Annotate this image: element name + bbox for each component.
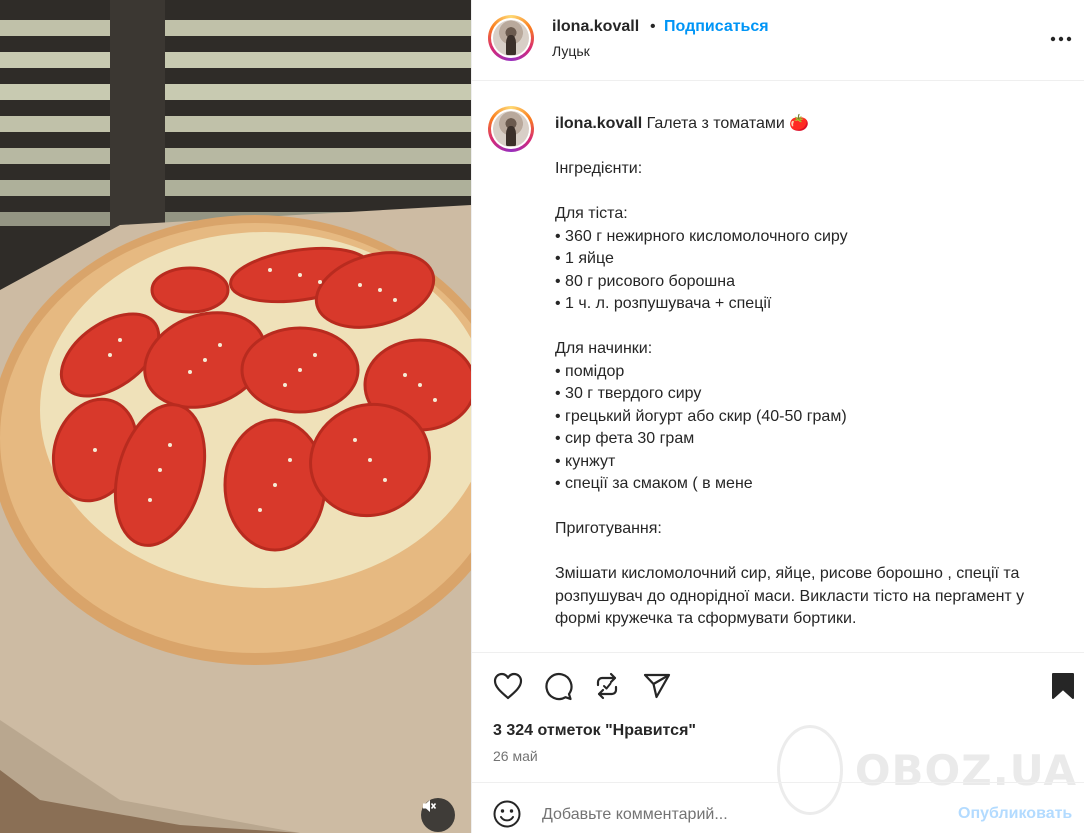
save-button[interactable]: [1047, 670, 1079, 702]
repost-button[interactable]: [591, 670, 623, 702]
caption-body: Інгредієнти: Для тіста: • 360 г нежирного …: [555, 158, 1080, 631]
caption-text: ilona.kovall Галета з томатами 🍅 Інгреді…: [555, 113, 1080, 631]
caption-line: • 1 ч. л. розпушувача + спеції: [555, 295, 772, 312]
caption-line: Змішати кисломолочний сир, яйце, рисове …: [555, 565, 1020, 582]
caption-title: Галета з томатами: [646, 115, 785, 132]
caption-line: • спеції за смаком ( в мене: [555, 475, 753, 492]
heart-icon: [493, 672, 523, 700]
separator-dot: •: [650, 18, 656, 35]
author-username[interactable]: ilona.kovall: [552, 18, 639, 36]
caption-line: • 360 г нежирного кисломолочного сиру: [555, 227, 848, 245]
post-header: ilona.kovall • Подписаться Луцьк: [472, 0, 1084, 81]
like-button[interactable]: [492, 670, 524, 702]
post-panel: ilona.kovall • Подписаться Луцьк ilona.k…: [471, 0, 1084, 833]
share-button[interactable]: [641, 670, 673, 702]
emoji-button[interactable]: [492, 799, 524, 831]
like-count[interactable]: 3 324 отметок "Нравится": [493, 722, 696, 740]
comment-button[interactable]: [542, 670, 574, 702]
post-comment-button[interactable]: Опубликовать: [958, 805, 1072, 823]
caption-username[interactable]: ilona.kovall: [555, 115, 642, 132]
mute-button[interactable]: [421, 798, 455, 832]
caption-line: Приготування:: [555, 520, 662, 537]
caption-line: розпушувач до однорідної маси. Викласти …: [555, 587, 1025, 605]
post-date[interactable]: 26 май: [493, 748, 538, 764]
comment-bar: Опубликовать: [472, 782, 1084, 833]
follow-button[interactable]: Подписаться: [664, 18, 769, 36]
smiley-icon: [493, 800, 521, 828]
caption-line: Для тіста:: [555, 205, 628, 222]
caption-line: • сир фета 30 грам: [555, 430, 695, 447]
caption-line: • 1 яйце: [555, 250, 614, 267]
caption-avatar[interactable]: [488, 106, 534, 152]
caption-line: Для начинки:: [555, 340, 653, 357]
caption-line: формі кружечка та сформувати бортики.: [555, 610, 857, 627]
comment-icon: [545, 672, 573, 701]
author-avatar[interactable]: [488, 15, 534, 61]
caption-line: • грецький йогурт або скир (40-50 грам): [555, 407, 847, 425]
pizza-photo: [0, 0, 471, 833]
comment-input[interactable]: [542, 799, 942, 831]
post-location[interactable]: Луцьк: [552, 43, 590, 59]
post-media[interactable]: [0, 0, 471, 833]
caption-line: Інгредієнти:: [555, 160, 643, 177]
bookmark-icon: [1052, 673, 1074, 699]
more-horizontal-icon: [1050, 36, 1072, 42]
action-bar: 3 324 отметок "Нравится" 26 май: [472, 652, 1084, 782]
caption-line: • 80 г рисового борошна: [555, 272, 735, 290]
sound-off-icon: [423, 800, 437, 812]
caption-line: • 30 г твердого сиру: [555, 385, 702, 402]
caption-section: ilona.kovall Галета з томатами 🍅 Інгреді…: [472, 82, 1084, 652]
caption-line: • кунжут: [555, 452, 616, 470]
repost-icon: [596, 672, 618, 700]
tomato-emoji: 🍅: [789, 115, 810, 132]
send-icon: [643, 673, 671, 699]
more-options-button[interactable]: [1048, 28, 1074, 50]
caption-line: • помідор: [555, 362, 625, 380]
